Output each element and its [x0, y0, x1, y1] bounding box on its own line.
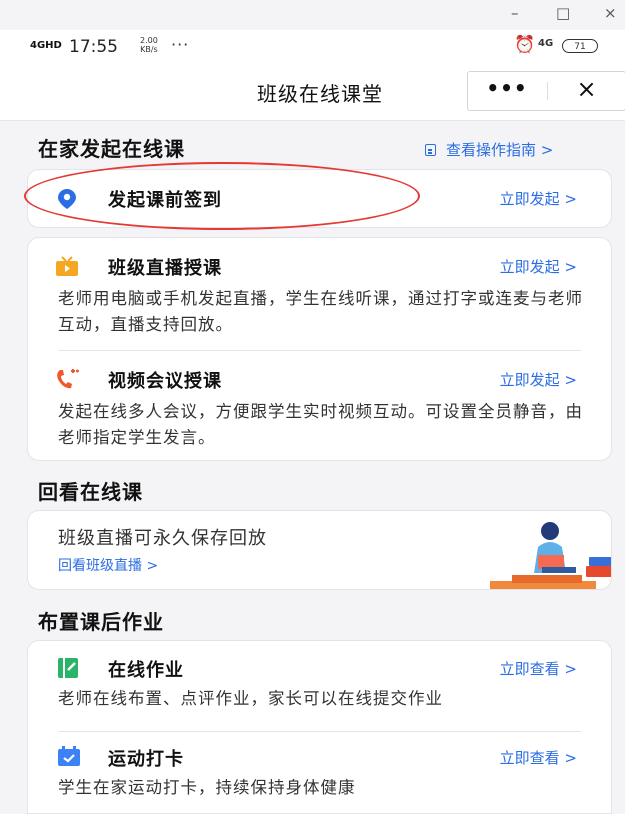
app-header: 班级在线课堂 ••• × — [0, 64, 625, 121]
section-title-replay: 回看在线课 — [38, 480, 143, 504]
operation-guide-link[interactable]: 查看操作指南 > — [425, 139, 553, 160]
clock: 17:55 — [69, 37, 118, 57]
meeting-class-title: 视频会议授课 — [108, 371, 222, 392]
homework-icon — [58, 658, 78, 678]
section-title-start-class: 在家发起在线课 — [38, 137, 185, 161]
homework-view-button[interactable]: 立即查看 > — [500, 658, 577, 679]
replay-link[interactable]: 回看班级直播 > — [58, 555, 158, 575]
teacher-illustration — [490, 522, 611, 589]
replay-card-title: 班级直播可永久保存回放 — [58, 528, 267, 549]
status-bar: 4GHD 17:55 2.00 KB/s ··· ⏰ 4G 71 — [0, 30, 625, 64]
network-speed: 2.00 KB/s — [140, 36, 158, 54]
minimize-button[interactable]: – — [511, 4, 519, 22]
checkin-start-button[interactable]: 立即发起 > — [500, 188, 577, 209]
window-close-button[interactable]: × — [604, 4, 617, 22]
phone-call-icon — [57, 369, 79, 389]
guide-label: 查看操作指南 > — [446, 141, 554, 159]
close-button[interactable]: × — [548, 75, 625, 103]
live-start-button[interactable]: 立即发起 > — [500, 256, 577, 277]
meeting-start-button[interactable]: 立即发起 > — [500, 369, 577, 390]
teaching-card: 班级直播授课 立即发起 > 老师用电脑或手机发起直播，学生在线听课，通过打字或连… — [27, 237, 612, 461]
replay-card[interactable]: 班级直播可永久保存回放 回看班级直播 > — [27, 510, 612, 590]
more-button[interactable]: ••• — [468, 76, 546, 100]
signal-icon: 4G — [538, 38, 554, 49]
live-class-title: 班级直播授课 — [108, 258, 222, 279]
divider — [58, 350, 581, 351]
alarm-icon: ⏰ — [514, 35, 536, 55]
notification-dots: ··· — [171, 35, 190, 54]
battery-icon: 71 — [562, 39, 598, 53]
network-indicator: 4GHD — [30, 40, 62, 51]
meeting-class-desc: 发起在线多人会议，方便跟学生实时视频互动。可设置全员静音，由老师指定学生发言。 — [58, 402, 583, 447]
homework-card: 在线作业 立即查看 > 老师在线布置、点评作业，家长可以在线提交作业 运动打卡 … — [27, 640, 612, 814]
live-tv-icon — [56, 256, 78, 276]
homework-title: 在线作业 — [108, 660, 184, 681]
capsule-menu: ••• × — [467, 71, 625, 111]
exercise-view-button[interactable]: 立即查看 > — [500, 747, 577, 768]
live-class-desc: 老师用电脑或手机发起直播，学生在线听课，通过打字或连麦与老师互动，直播支持回放。 — [58, 289, 583, 334]
calendar-check-icon — [58, 746, 80, 766]
maximize-button[interactable]: □ — [556, 4, 570, 22]
guide-icon — [425, 144, 436, 156]
divider — [58, 731, 581, 732]
homework-desc: 老师在线布置、点评作业，家长可以在线提交作业 — [58, 689, 443, 708]
annotation-circle — [24, 162, 420, 230]
section-title-homework: 布置课后作业 — [38, 610, 164, 634]
window-titlebar: – □ × — [0, 0, 625, 30]
exercise-title: 运动打卡 — [108, 749, 184, 770]
exercise-desc: 学生在家运动打卡，持续保持身体健康 — [58, 778, 356, 797]
